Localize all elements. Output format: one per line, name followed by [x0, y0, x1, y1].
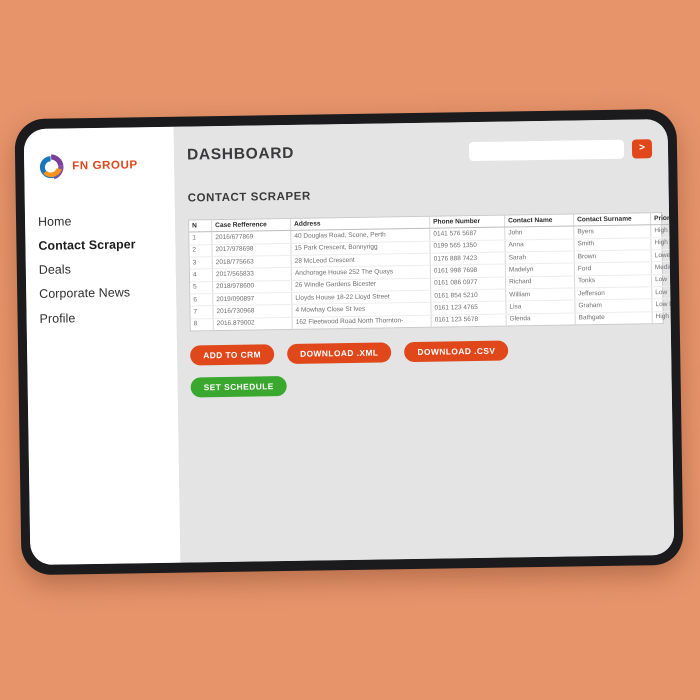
cell-phone: 0161 086 0977: [430, 276, 506, 291]
cell-phone: 0161 123 4765: [430, 301, 507, 315]
cell-priority: Low Medium: [651, 298, 675, 312]
cell-phone: 0176 888 7423: [430, 252, 506, 266]
search-input[interactable]: [468, 139, 625, 161]
cell-n: 1: [189, 232, 212, 245]
column-header-contact-name[interactable]: Contact Name: [504, 214, 574, 228]
main-area: DASHBOARD > CONTACT SCRAPER N Case Reffe…: [173, 118, 675, 563]
top-bar: DASHBOARD >: [174, 119, 669, 185]
circular-swirl-logo-icon: [39, 153, 64, 179]
column-header-priority[interactable]: Priority: [650, 212, 675, 226]
cell-priority: Low: [651, 273, 675, 287]
cell-priority: High: [655, 313, 670, 321]
cell-phone: 0161 123 5678: [431, 313, 507, 327]
sidebar: FN GROUP Home Contact Scraper Deals Corp…: [23, 126, 181, 566]
cell-priority: High: [650, 236, 675, 250]
cell-phone: 0161 854 5210: [430, 289, 506, 303]
cell-contact-name: Lisa: [505, 300, 576, 314]
download-csv-button[interactable]: DOWNLOAD .CSV: [404, 340, 509, 363]
sidebar-item-contact-scraper[interactable]: Contact Scraper: [38, 237, 175, 254]
cell-contact-name: William: [505, 287, 575, 302]
brand-name: FN GROUP: [72, 159, 138, 173]
cell-contact-name: Glenda: [506, 312, 576, 326]
sidebar-item-home[interactable]: Home: [38, 214, 175, 230]
section-title: CONTACT SCRAPER: [187, 190, 311, 205]
cell-n: 2: [189, 244, 213, 258]
cell-n: 7: [190, 305, 214, 319]
cell-case-ref: 2016.879002: [213, 317, 293, 331]
cell-address: 162 Fleetwood Road North Thornton-: [292, 314, 432, 329]
search-submit-button[interactable]: >: [631, 138, 653, 159]
cell-contact-surname: Bathgate: [575, 311, 653, 325]
cell-priority: Medium: [651, 261, 675, 275]
contact-table: N Case Refference Address Phone Number C…: [189, 212, 675, 331]
cell-priority: Lowe: [651, 248, 675, 263]
cell-contact-name: Richard: [505, 275, 575, 290]
cell-priority: Low: [651, 285, 675, 300]
cell-phone: 0141 576 5687: [429, 227, 505, 241]
add-to-crm-button[interactable]: ADD TO CRM: [190, 344, 275, 366]
cell-contact-name: John: [504, 226, 574, 240]
page-title: DASHBOARD: [186, 144, 295, 164]
cell-contact-name: Madelyn: [505, 263, 575, 277]
sidebar-item-deals[interactable]: Deals: [39, 262, 176, 278]
cell-contact-name: Anna: [504, 238, 575, 253]
cell-n: 8: [190, 318, 214, 331]
cell-priority: High: [650, 224, 675, 238]
cell-n: 4: [189, 268, 213, 282]
tablet-device-frame: FN GROUP Home Contact Scraper Deals Corp…: [14, 108, 684, 576]
cell-n: 3: [189, 256, 213, 270]
table-body: 1 2016/677869 40 Douglas Road, Scone, Pert…: [189, 224, 675, 331]
tablet-screen: FN GROUP Home Contact Scraper Deals Corp…: [23, 118, 675, 566]
cell-contact-name: Sarah: [505, 250, 575, 265]
sidebar-item-profile[interactable]: Profile: [39, 310, 176, 326]
column-header-n[interactable]: N: [189, 220, 212, 233]
search-bar: >: [468, 138, 653, 161]
cell-phone: 0199 565 1350: [429, 239, 506, 254]
cell-n: 6: [190, 293, 213, 307]
contact-table-container: N Case Refference Address Phone Number C…: [188, 212, 675, 332]
sidebar-nav: Home Contact Scraper Deals Corporate New…: [25, 214, 177, 327]
brand-logo-area[interactable]: FN GROUP: [24, 141, 175, 188]
action-button-row: ADD TO CRM DOWNLOAD .XML DOWNLOAD .CSV: [190, 338, 655, 366]
cell-n: 5: [190, 281, 213, 294]
cell-phone: 0161 998 7698: [430, 264, 506, 278]
content-area: CONTACT SCRAPER N Case Refference Addres…: [175, 177, 675, 563]
set-schedule-button[interactable]: SET SCHEDULE: [190, 375, 287, 398]
schedule-button-row: SET SCHEDULE: [190, 370, 656, 398]
sidebar-item-corporate-news[interactable]: Corporate News: [39, 286, 176, 302]
download-xml-button[interactable]: DOWNLOAD .XML: [286, 342, 392, 364]
